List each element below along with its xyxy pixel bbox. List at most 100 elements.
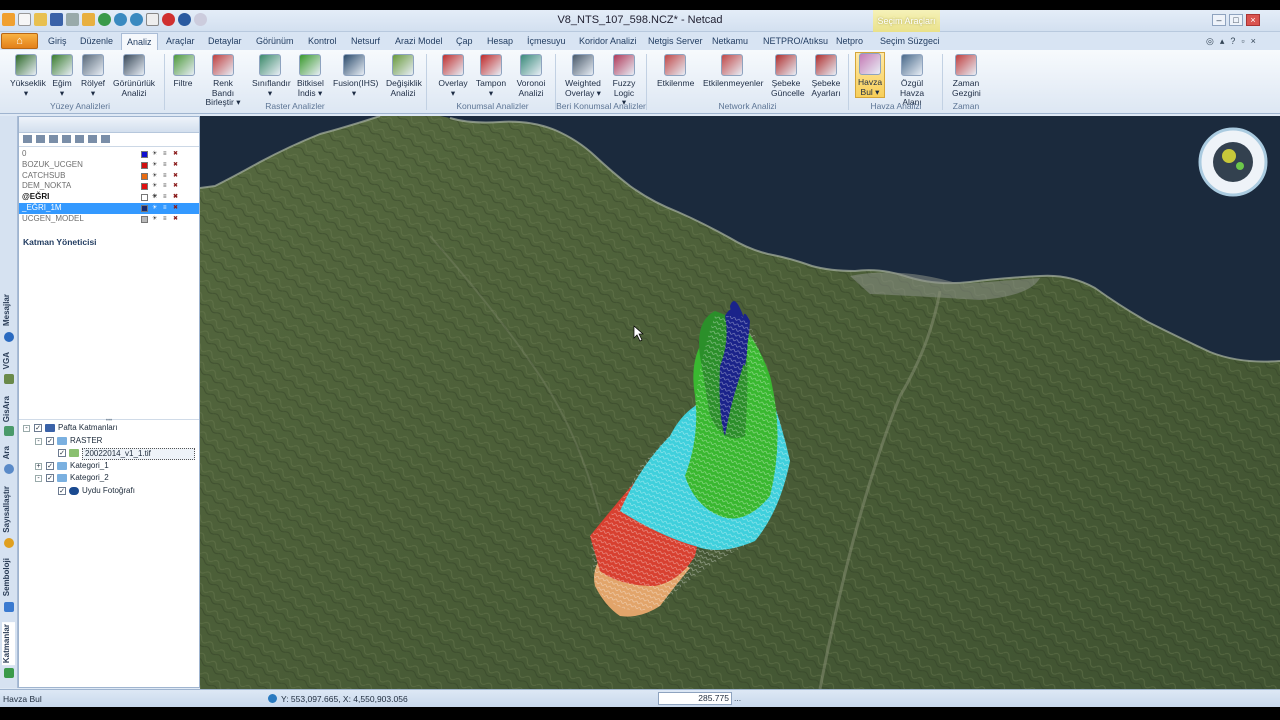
- tab-cap[interactable]: Çap: [456, 36, 473, 46]
- ribbon-button-elevation[interactable]: Yükseklik ▾: [10, 54, 46, 98]
- visibility-icon[interactable]: ☀: [152, 151, 160, 158]
- symbology-icon[interactable]: [4, 602, 14, 612]
- close-button[interactable]: ×: [1246, 14, 1260, 26]
- tab-netsurf[interactable]: Netsurf: [351, 36, 380, 46]
- layer-color-swatch[interactable]: [141, 151, 148, 158]
- tab-hesap[interactable]: Hesap: [487, 36, 513, 46]
- lock-icon[interactable]: ≡: [163, 151, 171, 158]
- visibility-toggle-icon[interactable]: [49, 135, 58, 143]
- lock-icon[interactable]: ≡: [163, 173, 171, 180]
- delete-icon[interactable]: ✖: [173, 183, 181, 190]
- layer-color-swatch[interactable]: [141, 194, 148, 202]
- search-icon[interactable]: [4, 464, 14, 474]
- visibility-icon[interactable]: ☀: [152, 216, 160, 223]
- tree-checkbox[interactable]: ✓: [46, 474, 54, 482]
- delete-icon[interactable]: ✖: [173, 162, 181, 169]
- satellite-map[interactable]: [200, 116, 1280, 689]
- expander-icon[interactable]: -: [35, 475, 42, 482]
- side-tab-vga[interactable]: VGA: [2, 352, 15, 369]
- visibility-icon[interactable]: ☀: [152, 205, 160, 212]
- layer-row[interactable]: @EĞRI ☀ ≡ ✖: [19, 192, 199, 203]
- scale-input[interactable]: 285.775: [658, 692, 732, 705]
- tab-analiz[interactable]: Analiz: [121, 33, 158, 51]
- ribbon-button-fuzzy-logic[interactable]: Fuzzy Logic ▾: [612, 54, 636, 108]
- delete-icon[interactable]: ✖: [173, 194, 181, 201]
- ribbon-button-slope[interactable]: Eğim ▾: [50, 54, 74, 98]
- ribbon-button-color-band[interactable]: Renk Bandı Birleştir ▾: [203, 54, 243, 108]
- tree-node[interactable]: - ✓ Kategori_2: [19, 472, 199, 485]
- layer-row[interactable]: BOZUK_UCGEN ☀ ≡ ✖: [19, 160, 199, 171]
- collapse-icon[interactable]: [36, 135, 45, 143]
- tab-koridor-analizi[interactable]: Koridor Analizi: [579, 36, 637, 46]
- move-icon[interactable]: [23, 135, 32, 143]
- tab-netpro[interactable]: Netpro: [836, 36, 863, 46]
- side-tab-ara[interactable]: Ara: [2, 446, 15, 459]
- tree-checkbox[interactable]: ✓: [58, 449, 66, 457]
- expander-icon[interactable]: -: [35, 437, 42, 445]
- ribbon-button-buffer[interactable]: Tampon ▾: [475, 54, 507, 98]
- layer-color-swatch[interactable]: [141, 215, 148, 223]
- ribbon-button-unaffected[interactable]: Etkilenmeyenler: [703, 54, 763, 89]
- tree-node[interactable]: ✓ Uydu Fotoğrafı: [19, 485, 199, 498]
- side-tab-semboloji[interactable]: Semboloji: [2, 558, 15, 596]
- gisara-icon[interactable]: [4, 426, 14, 436]
- minimize-button[interactable]: –: [1212, 14, 1226, 26]
- visibility-icon[interactable]: ☀: [152, 194, 160, 201]
- layers-icon[interactable]: [4, 668, 14, 678]
- lock-icon[interactable]: ≡: [163, 183, 171, 190]
- tab-netpro-atiksu[interactable]: NETPRO/Atıksu: [763, 36, 828, 46]
- expander-icon[interactable]: -: [23, 425, 30, 432]
- tab-netgis-server[interactable]: Netgis Server: [648, 36, 703, 46]
- layer-row[interactable]: CATCHSUB ☀ ≡ ✖: [19, 171, 199, 182]
- file-menu-button[interactable]: ⌂: [1, 33, 38, 49]
- tab-arazi-model[interactable]: Arazi Model: [395, 36, 443, 46]
- maximize-button[interactable]: □: [1229, 14, 1243, 26]
- lock-icon[interactable]: ≡: [163, 205, 171, 212]
- layer-color-swatch[interactable]: [141, 172, 148, 180]
- ribbon-button-classify[interactable]: Sınıflandır ▾: [252, 54, 291, 98]
- lock-icon[interactable]: [101, 135, 110, 143]
- digitize-icon[interactable]: [4, 538, 14, 548]
- tree-checkbox[interactable]: ✓: [58, 486, 66, 495]
- delete-icon[interactable]: ✖: [173, 151, 181, 158]
- ribbon-button-impact[interactable]: Etkilenme: [657, 54, 694, 89]
- tree-node[interactable]: + ✓ Kategori_1: [19, 460, 199, 473]
- tree-node[interactable]: ✓ 20022014_v1_1.tif: [19, 447, 199, 460]
- tree-node[interactable]: - ✓ RASTER: [19, 435, 199, 448]
- layer-color-swatch[interactable]: [141, 161, 148, 169]
- tab-duzenle[interactable]: Düzenle: [80, 36, 113, 46]
- tab-secim-suzgeci[interactable]: Seçim Süzgeci: [880, 36, 940, 46]
- visibility-icon[interactable]: ☀: [152, 173, 160, 180]
- tree-checkbox[interactable]: ✓: [46, 461, 54, 470]
- visibility-icon[interactable]: ☀: [152, 162, 160, 169]
- tree-checkbox[interactable]: ✓: [46, 436, 54, 445]
- tab-netkamu[interactable]: Netkamu: [712, 36, 748, 46]
- tab-kontrol[interactable]: Kontrol: [308, 36, 337, 46]
- ribbon-button-vegetation[interactable]: Bitkisel İndis ▾: [297, 54, 324, 98]
- tree-checkbox[interactable]: ✓: [34, 424, 42, 432]
- ribbon-button-overlay[interactable]: Overlay ▾: [438, 54, 468, 98]
- ribbon-button-change[interactable]: Değişiklik Analizi: [386, 54, 422, 98]
- delete-icon[interactable]: ✖: [173, 173, 181, 180]
- layer-row[interactable]: 0 ☀ ≡ ✖: [19, 149, 199, 160]
- ribbon-button-visibility[interactable]: Görünürlük Analizi: [113, 54, 155, 98]
- ribbon-button-time-explorer[interactable]: Zaman Gezgini: [952, 54, 981, 98]
- tree-node[interactable]: - ✓ Pafta Katmanları: [19, 422, 199, 435]
- tab-icmesuyu[interactable]: İçmesuyu: [527, 36, 566, 46]
- ribbon-button-relief[interactable]: Rölyef ▾: [80, 54, 106, 98]
- lock-icon[interactable]: ≡: [163, 194, 171, 201]
- tab-gorunum[interactable]: Görünüm: [256, 36, 294, 46]
- side-tab-mesajlar[interactable]: Mesajlar: [2, 294, 15, 326]
- side-tab-katmanlar[interactable]: Katmanlar: [2, 622, 15, 666]
- delete-icon[interactable]: ✖: [173, 216, 181, 223]
- map-canvas[interactable]: [200, 116, 1280, 689]
- ribbon-button-watershed-find[interactable]: Havza Bul ▾: [855, 52, 885, 98]
- ribbon-button-voronoi[interactable]: Voronoi Analizi: [516, 54, 546, 98]
- assistant-head-icon[interactable]: [1213, 142, 1253, 182]
- filter-icon[interactable]: [88, 135, 97, 143]
- lock-toggle-icon[interactable]: [62, 135, 71, 143]
- layer-row[interactable]: _EĞRI_1M ☀ ≡ ✖: [19, 202, 199, 214]
- ribbon-button-fusion[interactable]: Fusion(IHS) ▾: [333, 54, 378, 98]
- layer-row[interactable]: UCGEN_MODEL ☀ ≡ ✖: [19, 214, 199, 225]
- ribbon-button-weighted-overlay[interactable]: Weighted Overlay ▾: [564, 54, 602, 98]
